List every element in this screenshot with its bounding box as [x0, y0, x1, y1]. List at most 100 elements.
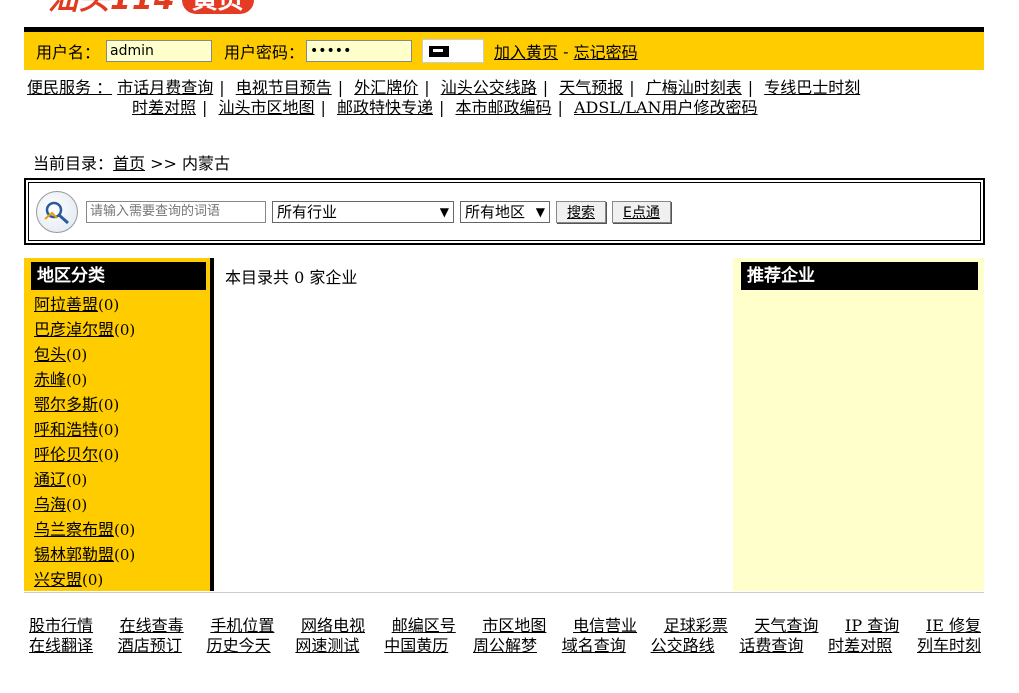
list-item: 巴彦淖尔盟(0): [34, 317, 210, 342]
region-sidebar: 地区分类 阿拉善盟(0) 巴彦淖尔盟(0) 包头(0) 赤峰(0) 鄂尔多斯(0…: [24, 258, 214, 591]
region-sidebar-title: 地区分类: [31, 262, 206, 290]
region-list: 阿拉善盟(0) 巴彦淖尔盟(0) 包头(0) 赤峰(0) 鄂尔多斯(0) 呼和浩…: [34, 292, 210, 592]
footer-links: 股市行情 在线查毒 手机位置 网络电视 邮编区号 市区地图 电信营业 足球彩票 …: [29, 616, 981, 656]
footer-row-1: 股市行情 在线查毒 手机位置 网络电视 邮编区号 市区地图 电信营业 足球彩票 …: [29, 616, 981, 636]
region-select[interactable]: 所有地区 ▼: [460, 200, 550, 223]
service-link[interactable]: 时差对照: [132, 98, 196, 117]
company-list-panel: 本目录共 0 家企业: [214, 258, 733, 591]
e-button-label: E点通: [623, 204, 660, 221]
list-item: 乌兰察布盟(0): [34, 517, 210, 542]
footer-row-2: 在线翻译 酒店预订 历史今天 网速测试 中国黄历 周公解梦 域名查询 公交路线 …: [29, 636, 981, 656]
footer-link[interactable]: 中国黄历: [384, 636, 448, 656]
service-link[interactable]: 电视节目预告: [236, 78, 332, 97]
region-link[interactable]: 兴安盟: [34, 570, 82, 589]
list-item: 锡林郭勒盟(0): [34, 542, 210, 567]
login-bar: 用户名： 用户密码： 加入黄页 - 忘记密码: [24, 27, 984, 70]
footer-link[interactable]: IE 修复: [926, 616, 981, 636]
region-count: (0): [82, 571, 104, 589]
password-label: 用户密码：: [224, 43, 305, 62]
login-submit-button[interactable]: [422, 39, 485, 63]
footer-link[interactable]: 股市行情: [29, 616, 93, 636]
service-link[interactable]: 邮政特快专递: [337, 98, 433, 117]
list-item: 呼和浩特(0): [34, 417, 210, 442]
join-yellowpages-link[interactable]: 加入黄页: [494, 39, 558, 63]
footer-link[interactable]: 历史今天: [207, 636, 271, 656]
footer-link[interactable]: 话费查询: [739, 636, 803, 656]
footer-link[interactable]: 在线翻译: [29, 636, 93, 656]
region-link[interactable]: 乌兰察布盟: [34, 520, 114, 539]
service-link[interactable]: 本市邮政编码: [456, 98, 552, 117]
region-count: (0): [98, 296, 120, 314]
list-item: 兴安盟(0): [34, 567, 210, 592]
region-link[interactable]: 包头: [34, 345, 66, 364]
breadcrumb-separator: >>: [145, 154, 183, 173]
service-link[interactable]: 市话月费查询: [117, 78, 213, 97]
footer-link[interactable]: 酒店预订: [118, 636, 182, 656]
region-link[interactable]: 呼和浩特: [34, 420, 98, 439]
footer-link[interactable]: 网速测试: [295, 636, 359, 656]
search-button[interactable]: 搜索: [556, 200, 606, 223]
region-link[interactable]: 锡林郭勒盟: [34, 545, 114, 564]
service-row-2: 时差对照 | 汕头市区地图 | 邮政特快专递 | 本市邮政编码 | ADSL/LAN用户…: [132, 98, 758, 117]
region-count: (0): [98, 446, 120, 464]
region-link[interactable]: 乌海: [34, 495, 66, 514]
footer-link[interactable]: 时差对照: [828, 636, 892, 656]
recommended-panel: 推荐企业: [733, 258, 984, 591]
region-count: (0): [98, 396, 120, 414]
username-label: 用户名：: [36, 43, 101, 62]
footer-link[interactable]: 周公解梦: [473, 636, 537, 656]
forgot-password-link[interactable]: 忘记密码: [574, 39, 638, 63]
footer-link[interactable]: 市区地图: [482, 616, 546, 636]
logo-text: 汕头114: [48, 0, 176, 15]
footer-link[interactable]: 天气查询: [754, 616, 818, 636]
service-link[interactable]: 天气预报: [559, 78, 623, 97]
service-row-1: 便民服务 ： 市话月费查询 | 电视节目预告 | 外汇牌价 | 汕头公交线路 | 天气预…: [27, 78, 861, 97]
footer-link[interactable]: IP 查询: [845, 616, 899, 636]
footer-divider: [24, 592, 984, 593]
region-count: (0): [114, 521, 136, 539]
services-label: 便民服务 ：: [27, 78, 113, 97]
search-input[interactable]: [86, 200, 266, 223]
username-input[interactable]: [106, 40, 213, 62]
footer-link[interactable]: 在线查毒: [120, 616, 184, 636]
chevron-down-icon: ▼: [439, 204, 449, 219]
footer-link[interactable]: 域名查询: [562, 636, 626, 656]
footer-link[interactable]: 电信营业: [573, 616, 637, 636]
region-link[interactable]: 通辽: [34, 470, 66, 489]
region-count: (0): [66, 371, 88, 389]
footer-link[interactable]: 手机位置: [210, 616, 274, 636]
login-icon: [429, 45, 450, 57]
service-link[interactable]: 外汇牌价: [354, 78, 418, 97]
region-link[interactable]: 阿拉善盟: [34, 295, 98, 314]
footer-link[interactable]: 列车时刻: [917, 636, 981, 656]
e-diantong-button[interactable]: E点通: [612, 200, 671, 223]
footer-link[interactable]: 足球彩票: [664, 616, 728, 636]
list-item: 鄂尔多斯(0): [34, 392, 210, 417]
list-item: 包头(0): [34, 342, 210, 367]
logo-badge: 黄页: [181, 0, 254, 14]
footer-link[interactable]: 网络电视: [301, 616, 365, 636]
search-button-label: 搜索: [567, 204, 595, 221]
region-link[interactable]: 巴彦淖尔盟: [34, 320, 114, 339]
service-link[interactable]: 专线巴士时刻: [764, 78, 860, 97]
service-link[interactable]: 汕头市区地图: [219, 98, 315, 117]
search-magnifier-icon: [36, 190, 78, 233]
breadcrumb-home-link[interactable]: 首页: [113, 154, 145, 173]
company-total-text: 本目录共 0 家企业: [225, 268, 358, 287]
password-input[interactable]: [306, 40, 413, 62]
industry-select[interactable]: 所有行业 ▼: [272, 200, 454, 223]
link-separator: -: [558, 41, 574, 61]
list-item: 呼伦贝尔(0): [34, 442, 210, 467]
region-count: (0): [114, 321, 136, 339]
region-select-value: 所有地区: [465, 203, 526, 221]
service-link[interactable]: 汕头公交线路: [441, 78, 537, 97]
service-link[interactable]: 广梅汕时刻表: [646, 78, 742, 97]
region-link[interactable]: 呼伦贝尔: [34, 445, 98, 464]
industry-select-value: 所有行业: [277, 203, 338, 221]
region-link[interactable]: 赤峰: [34, 370, 66, 389]
footer-link[interactable]: 公交路线: [651, 636, 715, 656]
footer-link[interactable]: 邮编区号: [392, 616, 456, 636]
region-count: (0): [98, 421, 120, 439]
region-link[interactable]: 鄂尔多斯: [34, 395, 98, 414]
service-link[interactable]: ADSL/LAN用户修改密码: [574, 98, 758, 117]
